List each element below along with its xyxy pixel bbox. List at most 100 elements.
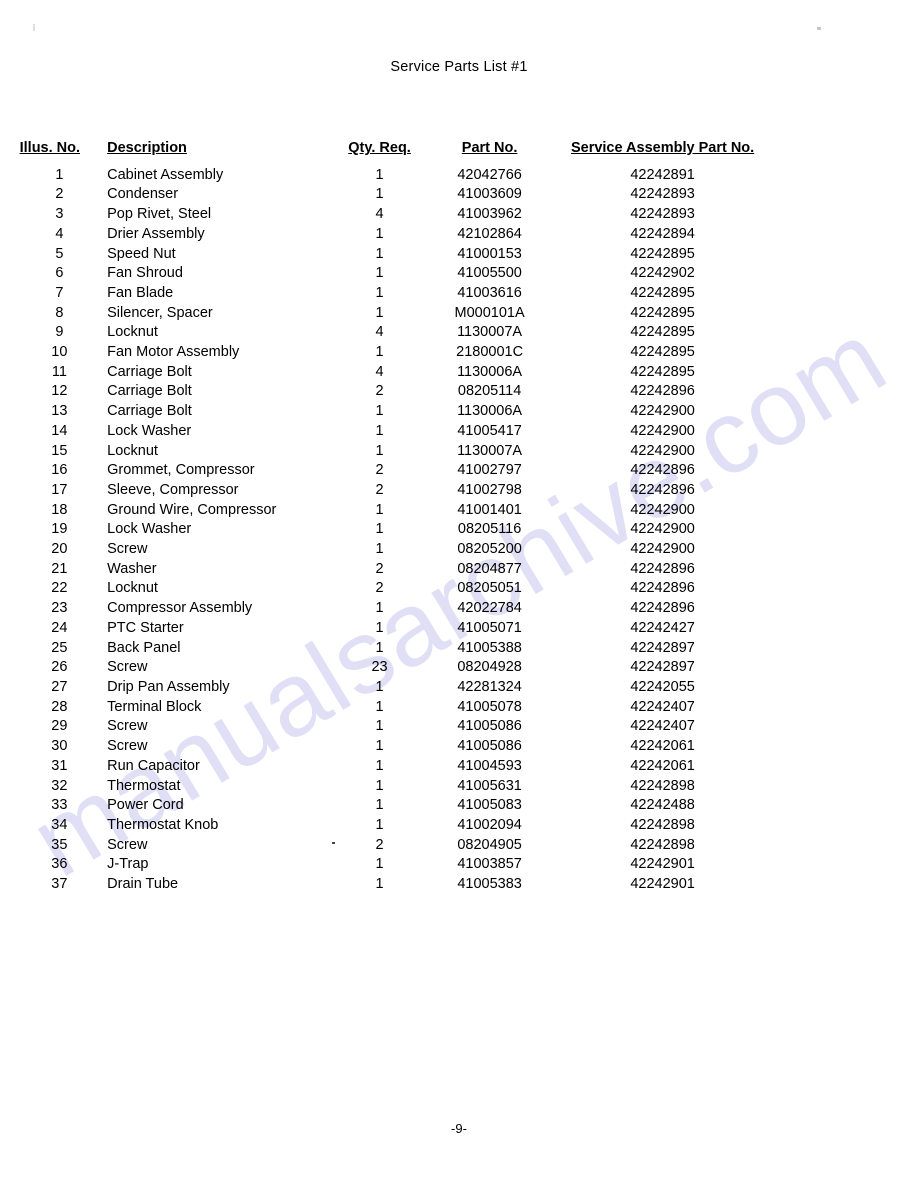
row-left-spacer	[0, 698, 18, 718]
row-left-spacer	[0, 520, 18, 540]
cell-illus-no: 12	[51, 383, 68, 400]
cell-illus-no: 22	[51, 580, 68, 597]
cell-service-assembly-part-no: 42242896	[630, 580, 695, 597]
row-right-spacer	[777, 796, 918, 816]
cell-description: Carriage Bolt	[107, 403, 192, 420]
cell-part-no: 42022784	[457, 600, 522, 617]
cell-part-no: M000101A	[454, 304, 525, 321]
cell-service-assembly-part-no: 42242407	[630, 718, 695, 735]
row-right-spacer	[777, 501, 918, 521]
cell-description: Lock Washer	[107, 521, 192, 538]
cell-illus-no: 19	[51, 521, 68, 538]
cell-description: Washer	[107, 560, 157, 577]
cell-part-no: 1130006A	[457, 403, 523, 420]
cell-qty-req: 2	[375, 462, 384, 479]
cell-description: Thermostat Knob	[107, 816, 219, 833]
cell-qty-req: 1	[375, 856, 384, 873]
cell-part-no: 41002094	[457, 816, 522, 833]
cell-part-no: 41005086	[457, 718, 522, 735]
cell-illus-no: 1	[55, 166, 64, 183]
cell-illus-no: 2	[55, 186, 64, 203]
cell-illus-no: 10	[51, 344, 68, 361]
cell-service-assembly-part-no: 42242895	[630, 245, 695, 262]
table-body: 1 Cabinet Assembly 1 42042766 42242891 2 Conde…	[0, 166, 918, 895]
cell-illus-no: 8	[55, 304, 64, 321]
cell-description: Drain Tube	[107, 876, 179, 893]
row-left-spacer	[0, 402, 18, 422]
cell-service-assembly-part-no: 42242896	[630, 383, 695, 400]
cell-illus-no: 34	[51, 816, 68, 833]
cell-qty-req: 1	[375, 541, 384, 558]
row-left-spacer	[0, 639, 18, 659]
row-right-spacer	[777, 579, 918, 599]
cell-description: Run Capacitor	[107, 757, 200, 774]
cell-qty-req: 1	[375, 284, 384, 301]
service-parts-table: Illus. No. Description Qty. Req. Part No…	[0, 139, 918, 895]
cell-qty-req: 2	[375, 481, 384, 498]
table-row: 8 Silencer, Spacer 1 M000101A 42242895	[0, 304, 918, 324]
row-left-spacer	[0, 619, 18, 639]
cell-illus-no: 3	[55, 206, 64, 223]
row-left-spacer	[0, 855, 18, 875]
table-row: 11 Carriage Bolt 4 1130006A 42242895	[0, 363, 918, 383]
row-right-spacer	[777, 422, 918, 442]
table-row: 15 Locknut 1 1130007A 42242900	[0, 442, 918, 462]
row-left-spacer	[0, 579, 18, 599]
table-row: 7 Fan Blade 1 41003616 42242895	[0, 284, 918, 304]
row-right-spacer	[777, 816, 918, 836]
cell-qty-req: 1	[375, 639, 384, 656]
cell-qty-req: 1	[375, 245, 384, 262]
cell-service-assembly-part-no: 42242900	[630, 422, 695, 439]
table-row: 25 Back Panel 1 41005388 42242897	[0, 639, 918, 659]
cell-service-assembly-part-no: 42242896	[630, 462, 695, 479]
cell-service-assembly-part-no: 42242895	[630, 284, 695, 301]
row-right-spacer	[777, 619, 918, 639]
cell-description: Pop Rivet, Steel	[107, 206, 212, 223]
cell-qty-req: 1	[375, 225, 384, 242]
table-row: 3 Pop Rivet, Steel 4 41003962 42242893	[0, 205, 918, 225]
table-row: 29 Screw 1 41005086 42242407	[0, 717, 918, 737]
cell-service-assembly-part-no: 42242897	[630, 639, 695, 656]
table-row: 36 J-Trap 1 41003857 42242901	[0, 855, 918, 875]
row-right-spacer	[777, 560, 918, 580]
table-row: 27 Drip Pan Assembly 1 42281324 42242055	[0, 678, 918, 698]
cell-part-no: 41005631	[457, 777, 522, 794]
cell-service-assembly-part-no: 42242901	[630, 876, 695, 893]
row-right-spacer	[777, 304, 918, 324]
row-right-spacer	[777, 737, 918, 757]
cell-illus-no: 16	[51, 462, 68, 479]
cell-part-no: 41005500	[457, 265, 522, 282]
cell-part-no: 2180001C	[456, 344, 524, 361]
cell-description: Power Cord	[107, 797, 184, 814]
row-left-spacer	[0, 658, 18, 678]
table-row: 34 Thermostat Knob 1 41002094 42242898	[0, 816, 918, 836]
cell-service-assembly-part-no: 42242894	[630, 225, 695, 242]
table-row: 17 Sleeve, Compressor 2 41002798 42242896	[0, 481, 918, 501]
cell-qty-req: 1	[375, 797, 384, 814]
table-row: 13 Carriage Bolt 1 1130006A 42242900	[0, 402, 918, 422]
cell-service-assembly-part-no: 42242488	[630, 797, 695, 814]
cell-description: Silencer, Spacer	[107, 304, 213, 321]
cell-qty-req: 1	[375, 422, 384, 439]
cell-description: Terminal Block	[107, 698, 202, 715]
row-right-spacer	[777, 284, 918, 304]
cell-illus-no: 26	[51, 659, 68, 676]
cell-qty-req: 1	[375, 876, 384, 893]
row-left-spacer	[0, 540, 18, 560]
cell-service-assembly-part-no: 42242898	[630, 836, 695, 853]
page-title: Service Parts List #1	[390, 59, 528, 75]
cell-illus-no: 11	[51, 363, 67, 380]
row-left-spacer	[0, 836, 18, 856]
cell-service-assembly-part-no: 42242895	[630, 344, 695, 361]
cell-illus-no: 27	[51, 678, 68, 695]
cell-illus-no: 29	[51, 718, 68, 735]
table-row: 10 Fan Motor Assembly 1 2180001C 42242895	[0, 343, 918, 363]
cell-service-assembly-part-no: 42242898	[630, 816, 695, 833]
cell-illus-no: 4	[55, 225, 64, 242]
row-left-spacer	[0, 245, 18, 265]
cell-qty-req: 1	[375, 265, 384, 282]
cell-description: Grommet, Compressor	[107, 462, 255, 479]
cell-part-no: 41005383	[457, 876, 522, 893]
cell-description: J-Trap	[107, 856, 149, 873]
row-right-spacer	[777, 855, 918, 875]
